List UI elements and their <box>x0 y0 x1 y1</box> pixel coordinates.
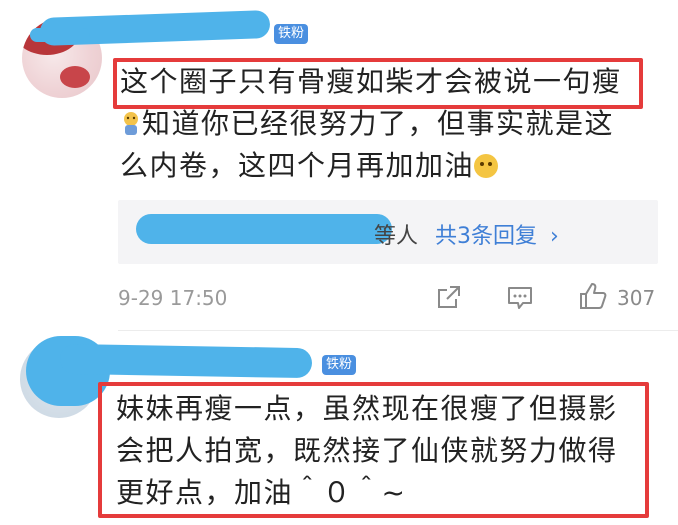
comment-text: 妹妹再瘦一点，虽然现在很瘦了但摄影 会把人拍宽，既然接了仙侠就努力做得 更好点，… <box>116 388 656 514</box>
comment-line: 会把人拍宽，既然接了仙侠就努力做得 <box>116 434 618 467</box>
like-count: 307 <box>617 286 656 310</box>
chevron-right-icon: › <box>550 224 559 249</box>
pleading-emoji-icon <box>474 154 499 178</box>
reply-suffix: 等人 <box>374 224 419 249</box>
comment-line: 更好点，加油＾０＾~ <box>116 476 407 509</box>
comment-text: 这个圈子只有骨瘦如柴才会被说一句瘦 知道你已经很努力了，但事实就是这 么内卷，这… <box>120 62 660 186</box>
comment-icon[interactable] <box>506 284 534 312</box>
redacted-replier-names <box>136 214 392 244</box>
timestamp: 9-29 17:50 <box>118 286 228 310</box>
redacted-username-mark <box>30 28 90 42</box>
comment-divider <box>118 330 678 331</box>
comment-line: 妹妹再瘦一点，虽然现在很瘦了但摄影 <box>116 392 618 425</box>
comment-line: 知道你已经很努力了，但事实就是这 <box>120 104 660 144</box>
share-icon[interactable] <box>436 284 462 310</box>
view-replies-link[interactable]: 共3条回复 <box>435 224 537 249</box>
sweat-emoji-icon <box>124 112 138 135</box>
like-icon[interactable] <box>577 280 609 312</box>
reply-preview[interactable]: 等人 共3条回复 › <box>118 200 658 264</box>
redacted-username-mark <box>59 343 313 379</box>
comment-line: 这个圈子只有骨瘦如柴才会被说一句瘦 <box>120 65 622 98</box>
fan-badge: 铁粉 <box>322 355 357 375</box>
fan-badge: 铁粉 <box>274 24 309 44</box>
comment-line: 么内卷，这四个月再加加油 <box>120 146 660 186</box>
